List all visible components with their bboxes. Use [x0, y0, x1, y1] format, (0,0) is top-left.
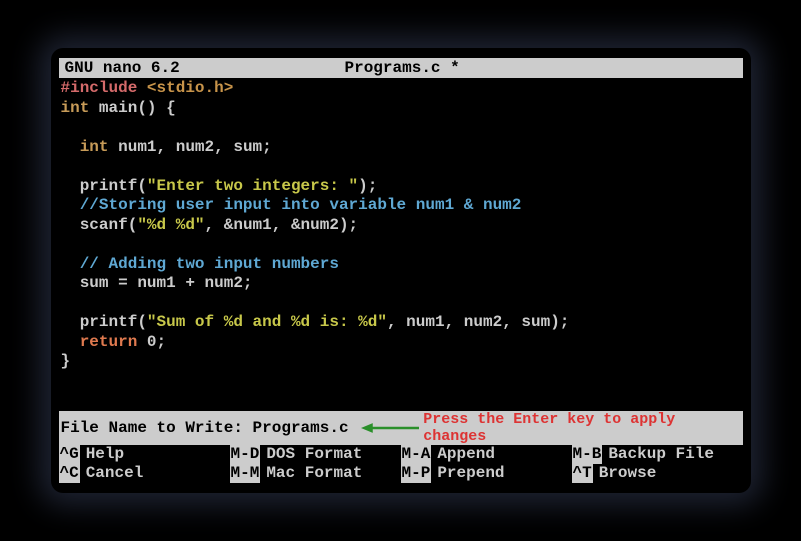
shortcut-label: Browse	[599, 464, 657, 483]
prompt-bar[interactable]: File Name to Write: Programs.c Press the…	[59, 411, 743, 445]
comment: //Storing user input into variable num1 …	[61, 196, 522, 214]
hint-arrow: Press the Enter key to apply changes	[361, 411, 741, 445]
shortcut-browse[interactable]: ^T Browse	[572, 464, 743, 483]
shortcut-label: Mac Format	[266, 464, 362, 483]
arrow-left-icon	[361, 420, 420, 436]
code-text: main() {	[89, 99, 175, 117]
preproc: #include	[61, 79, 138, 97]
shortcut-row-2: ^C Cancel M-M Mac Format M-P Prepend ^T Brow…	[59, 464, 743, 483]
include-lib: <stdio.h>	[147, 79, 233, 97]
shortcut-key: M-B	[572, 445, 603, 464]
shortcut-backup-file[interactable]: M-B Backup File	[572, 445, 743, 464]
title-bar: GNU nano 6.2 Programs.c *	[59, 58, 743, 78]
shortcut-key: ^C	[59, 464, 80, 483]
code-text: , &num1, &num2);	[205, 216, 359, 234]
file-name: Programs.c *	[345, 59, 737, 77]
code-text: num1, num2, sum;	[109, 138, 272, 156]
code-text: printf(	[61, 313, 147, 331]
shortcut-help[interactable]: ^G Help	[59, 445, 230, 464]
shortcut-label: Append	[437, 445, 495, 464]
shortcut-append[interactable]: M-A Append	[401, 445, 572, 464]
shortcut-label: Help	[86, 445, 124, 464]
code-text: );	[358, 177, 377, 195]
shortcut-label: DOS Format	[266, 445, 362, 464]
string-lit: "Enter two integers: "	[147, 177, 358, 195]
string-lit: "%d %d"	[137, 216, 204, 234]
shortcut-row-1: ^G Help M-D DOS Format M-A Append M-B Backup…	[59, 445, 743, 464]
kw-return: return	[61, 333, 138, 351]
shortcut-cancel[interactable]: ^C Cancel	[59, 464, 230, 483]
hint-text: Press the Enter key to apply changes	[423, 411, 740, 445]
code-text: }	[61, 352, 71, 370]
shortcut-label: Prepend	[437, 464, 504, 483]
kw-int: int	[61, 138, 109, 156]
kw-int: int	[61, 99, 90, 117]
prompt-label: File Name to Write: Programs.c	[61, 419, 361, 437]
app-name: GNU nano 6.2	[65, 59, 345, 77]
shortcut-mac-format[interactable]: M-M Mac Format	[230, 464, 401, 483]
shortcut-label: Backup File	[608, 445, 714, 464]
shortcut-key: M-M	[230, 464, 261, 483]
code-text: , num1, num2, sum);	[387, 313, 569, 331]
code-text: 0;	[137, 333, 166, 351]
shortcut-dos-format[interactable]: M-D DOS Format	[230, 445, 401, 464]
editor-content[interactable]: #include <stdio.h> int main() { int num1…	[59, 79, 743, 411]
shortcut-key: ^G	[59, 445, 80, 464]
code-text: scanf(	[61, 216, 138, 234]
terminal-window: GNU nano 6.2 Programs.c * #include <stdi…	[51, 48, 751, 493]
shortcut-key: M-D	[230, 445, 261, 464]
shortcut-key: M-P	[401, 464, 432, 483]
shortcut-key: M-A	[401, 445, 432, 464]
shortcut-prepend[interactable]: M-P Prepend	[401, 464, 572, 483]
shortcut-label: Cancel	[86, 464, 144, 483]
code-text: printf(	[61, 177, 147, 195]
shortcut-key: ^T	[572, 464, 593, 483]
shortcut-bar: ^G Help M-D DOS Format M-A Append M-B Backup…	[59, 445, 743, 483]
comment: // Adding two input numbers	[61, 255, 339, 273]
string-lit: "Sum of %d and %d is: %d"	[147, 313, 387, 331]
code-text: sum = num1 + num2;	[61, 274, 253, 292]
